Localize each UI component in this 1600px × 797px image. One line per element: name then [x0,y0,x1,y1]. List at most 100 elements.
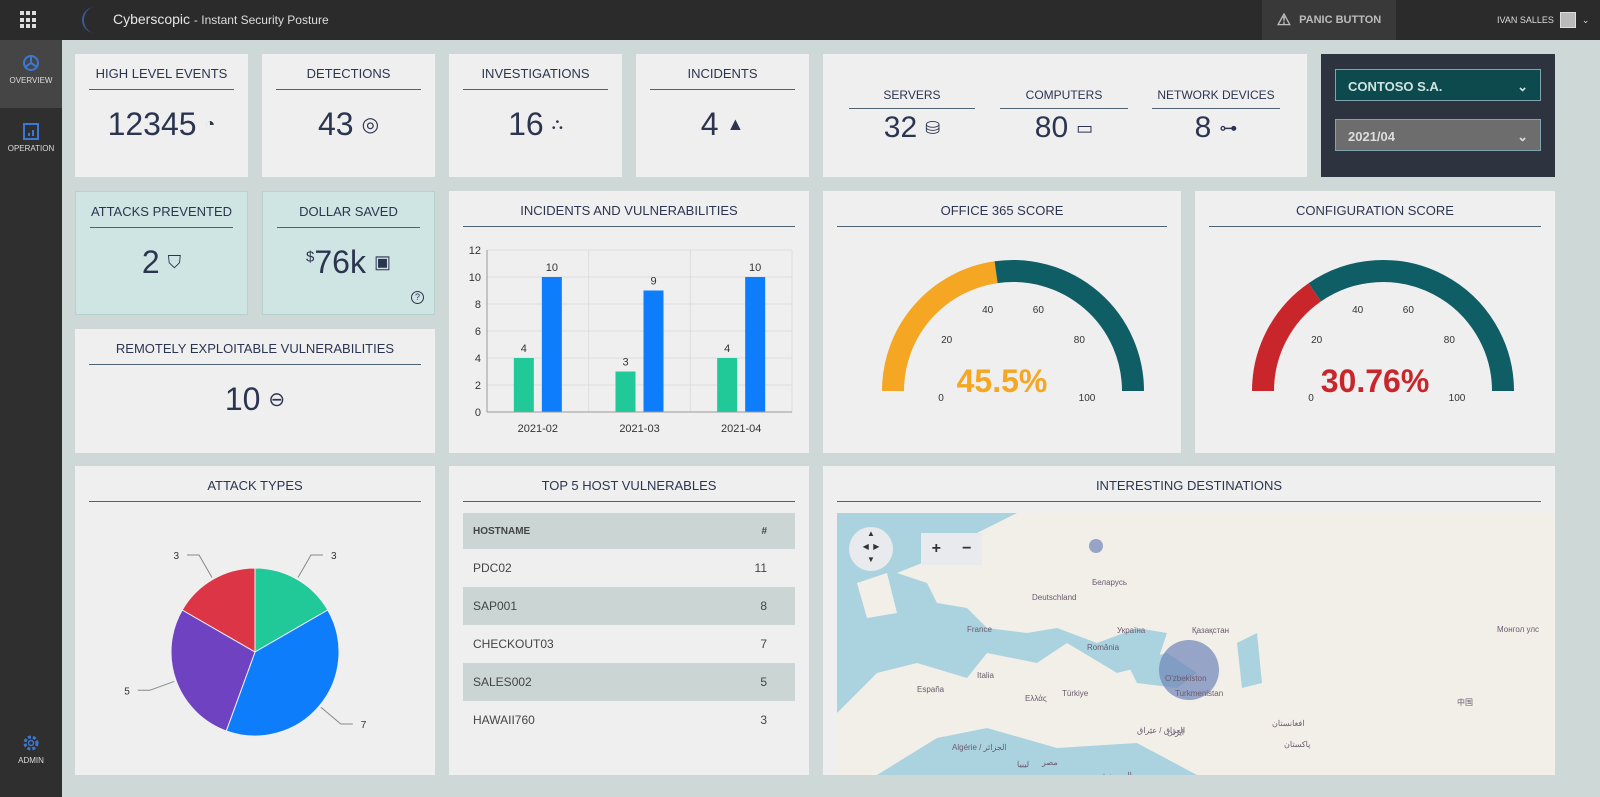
bar [745,277,766,412]
money-icon: ▣ [373,252,391,272]
bar [513,358,534,412]
app-title: Cyberscopic - Instant Security Posture [113,11,329,27]
y-tick-label: 10 [469,272,481,284]
help-icon[interactable]: ? [411,291,424,304]
gauge-tick-label: 40 [982,305,994,316]
table-row[interactable]: SAP001 8 [463,587,795,625]
gauge-tick-label: 80 [1074,335,1086,346]
asset-value: 8 [1194,111,1212,144]
map-label: مصر [1042,758,1058,767]
attack-types-card: ATTACK TYPES 3753 [75,466,435,775]
card-title: REMOTELY EXPLOITABLE VULNERABILITIES [89,341,421,365]
kpi-value: 4 [700,106,719,142]
app-launcher-icon[interactable] [20,11,38,29]
sidebar-item-operation[interactable]: OPERATION [0,108,62,176]
pie-label: 7 [361,720,367,731]
y-tick-label: 12 [469,245,481,257]
map-label: România [1087,643,1120,652]
company-select[interactable]: CONTOSO S.A. ⌄ [1335,69,1541,101]
top-hosts-card: TOP 5 HOST VULNERABLES HOSTNAME # PDC02 11… [449,466,809,775]
destinations-card: INTERESTING DESTINATIONS Беларусь Deutsch… [823,466,1555,775]
office365-score-card: OFFICE 365 SCORE 0 20 40 60 80 100 45.5% [823,191,1181,453]
map-label: افغانستان [1272,719,1305,728]
database-icon: ⛁ [925,117,941,138]
pie-chart-icon [23,55,39,71]
card-title: DOLLAR SAVED [277,204,420,228]
column-count[interactable]: # [684,513,795,549]
map-label: O'zbekiston [1165,674,1207,683]
x-tick-label: 2021-03 [619,423,659,435]
map-label: España [917,685,945,694]
laptop-icon: ▭ [1076,117,1094,138]
sidebar-item-overview[interactable]: OVERVIEW [0,40,62,108]
pie-leader-line [320,706,353,725]
card-title: INTERESTING DESTINATIONS [837,478,1541,502]
map-label: 中国 [1457,698,1473,707]
kpi-value: 12345 [107,106,197,142]
gauge-tick-label: 20 [1311,335,1323,346]
asset-servers: SERVERS 32 ⛁ [849,88,975,145]
gauge-value: 30.76% [1320,363,1430,399]
map-label: Монгол улс [1497,625,1540,634]
pan-control[interactable]: ▲ ◀ ▶ ▼ [849,527,893,571]
y-tick-label: 8 [475,299,481,311]
kpi-high-level-events: HIGH LEVEL EVENTS 12345 ◔ [75,54,248,177]
configuration-gauge: 02040 6080100 [1252,260,1514,404]
configuration-score-card: CONFIGURATION SCORE 0 20 40 60 80 100 30.76% [1195,191,1555,453]
sidebar-item-admin[interactable]: ADMIN [0,720,62,788]
clipboard-chart-icon [23,123,39,140]
gauge-value: 45.5% [956,363,1048,399]
zoom-in-button[interactable]: + [932,540,941,558]
table-row[interactable]: SALES002 5 [463,663,795,701]
network-icon: ⊶ [1219,117,1238,138]
chevron-down-icon: ⌄ [1581,14,1590,25]
map-label: پاکستان [1284,740,1311,749]
asset-value: 80 [1034,111,1069,144]
pie-label: 5 [124,686,130,697]
panic-button[interactable]: ⚠ PANIC BUTTON [1262,0,1396,40]
map-label: ایران [1167,728,1184,737]
gauge-tick-label: 60 [1403,305,1415,316]
asset-label: SERVERS [849,88,975,109]
chevron-down-icon: ⌄ [1517,129,1528,144]
data-label: 4 [521,343,527,355]
y-tick-label: 0 [475,407,481,419]
destination-marker[interactable] [1089,539,1103,553]
dollar-saved-card: DOLLAR SAVED $76k ▣ ? [262,191,435,315]
chevron-down-icon: ⌄ [1517,79,1528,94]
data-label: 3 [622,357,628,369]
card-title: INCIDENTS [650,66,795,90]
map[interactable]: Беларусь Deutschland France Україна România Қ… [837,513,1555,775]
column-hostname[interactable]: HOSTNAME [463,513,685,549]
user-menu[interactable]: IVAN SALLES ⌄ [1497,0,1589,40]
period-select[interactable]: 2021/04 ⌄ [1335,119,1541,151]
speedometer-icon: ◔ [204,114,216,134]
table-row[interactable]: CHECKOUT03 7 [463,625,795,663]
map-label: France [967,625,992,634]
logo-icon [81,7,96,34]
assets-card: SERVERS 32 ⛁ COMPUTERS 80 ▭ NETWORK DEVICES 8… [823,54,1307,177]
asset-network-devices: NETWORK DEVICES 8 ⊶ [1152,88,1280,145]
bar [717,358,738,412]
filter-panel: CONTOSO S.A. ⌄ 2021/04 ⌄ [1321,54,1555,177]
map-label: Deutschland [1032,593,1077,602]
zoom-out-button[interactable]: − [962,540,971,558]
table-row[interactable]: PDC02 11 [463,549,795,587]
kpi-detections: DETECTIONS 43 ◎ [262,54,435,177]
minus-circle-icon: ⊖ [268,389,286,411]
map-label: Turkmenistan [1175,689,1224,698]
card-title: ATTACKS PREVENTED [90,204,233,228]
attacks-prevented-card: ATTACKS PREVENTED 2 ⛉ [75,191,248,315]
data-label: 4 [724,343,730,355]
y-tick-label: 2 [475,380,481,392]
gauge-tick-label: 60 [1033,305,1045,316]
bar [541,277,562,412]
map-label: Беларусь [1092,578,1127,587]
map-label: Ελλάς [1025,694,1047,703]
bar [643,290,664,412]
table-row[interactable]: HAWAII760 3 [463,701,795,739]
kpi-value: 76k [314,244,366,280]
x-tick-label: 2021-02 [518,423,558,435]
gauge-tick-label: 20 [941,335,953,346]
map-label: السعودية [1102,771,1132,775]
